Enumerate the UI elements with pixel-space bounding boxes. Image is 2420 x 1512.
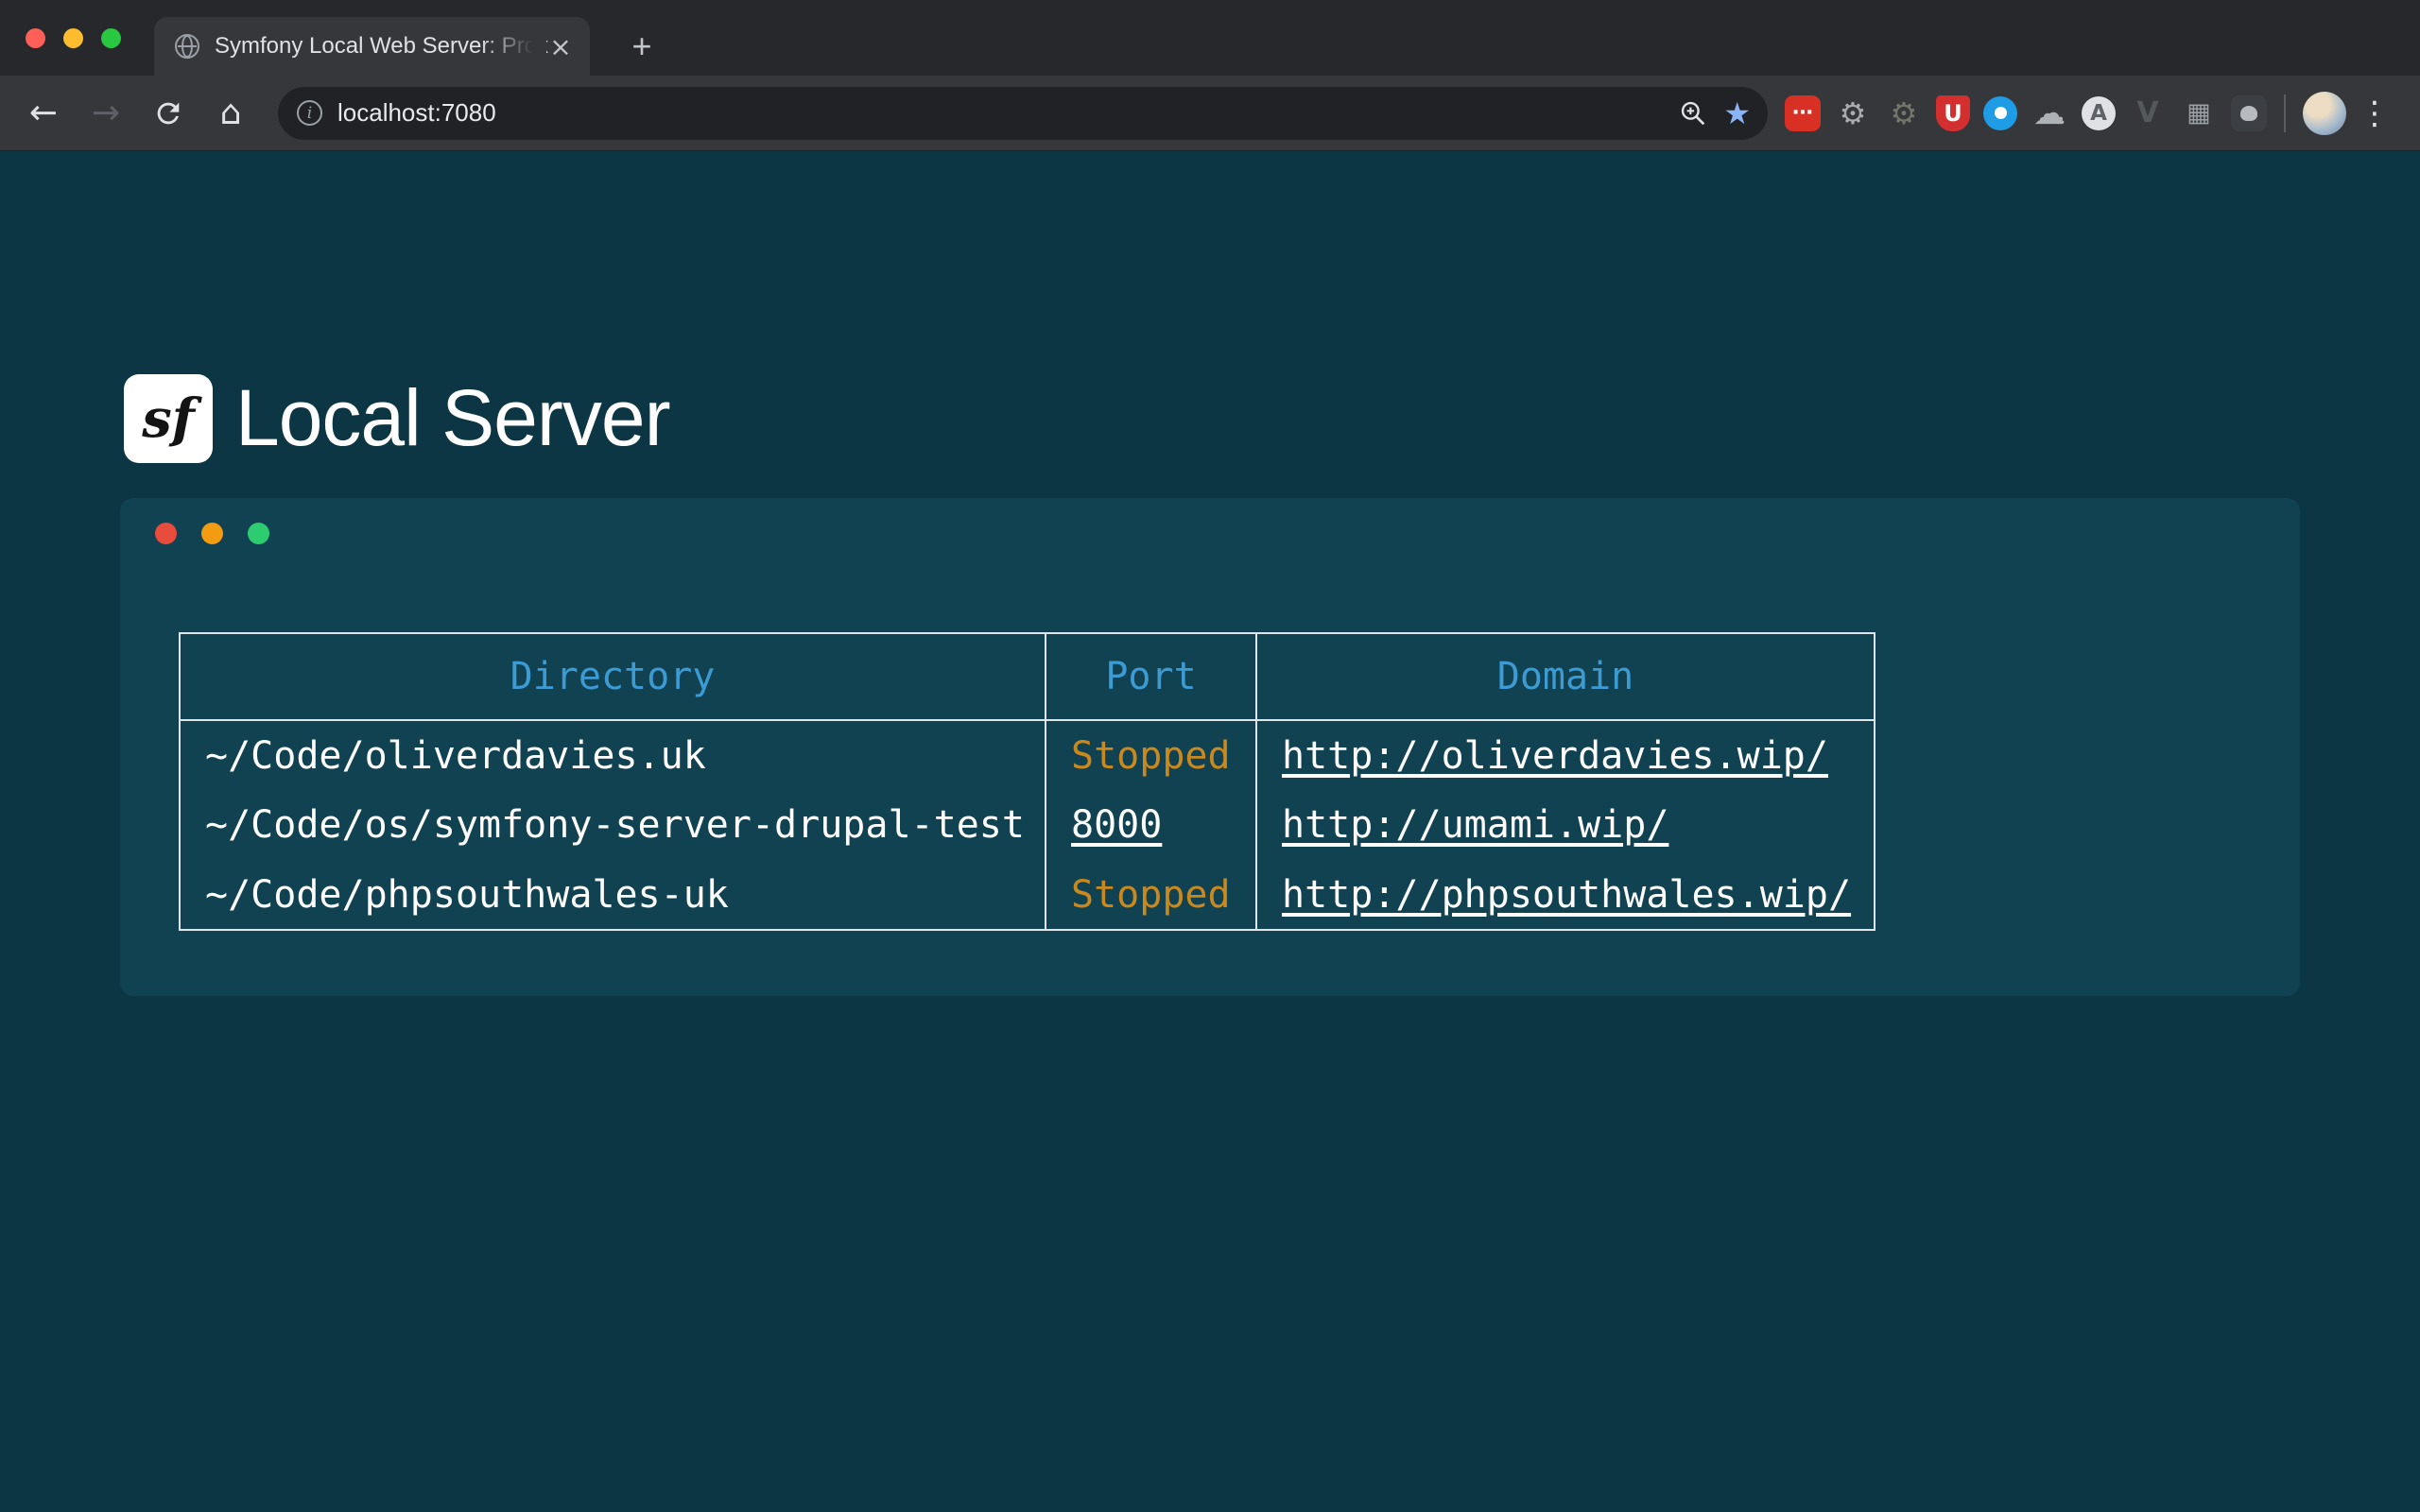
extensions-area: ⋯ ⚙ ⚙ U ☁ A V ▦ <box>1785 94 2267 132</box>
red-dot-icon <box>155 523 177 544</box>
extension-letter-a-icon[interactable]: A <box>2082 96 2116 130</box>
port-cell: Stopped <box>1046 860 1256 930</box>
column-header-domain: Domain <box>1256 633 1875 720</box>
port-cell: 8000 <box>1046 790 1256 860</box>
directory-cell: ~/Code/oliverdavies.uk <box>180 720 1046 790</box>
port-status: Stopped <box>1071 734 1231 778</box>
domain-cell: http://umami.wip/ <box>1256 790 1875 860</box>
info-glyph: i <box>307 104 312 123</box>
green-dot-icon <box>248 523 269 544</box>
terminal-dots <box>155 523 269 544</box>
domain-cell: http://phpsouthwales.wip/ <box>1256 860 1875 930</box>
new-tab-button[interactable]: + <box>613 17 671 76</box>
extension-gear-icon[interactable]: ⚙ <box>1834 94 1872 132</box>
port-status: Stopped <box>1071 873 1231 917</box>
home-button[interactable]: ⌂ <box>206 89 255 138</box>
browser-toolbar: ← → ⌂ i localhost:7080 ★ ⋯ ⚙ ⚙ <box>0 76 2420 151</box>
extension-letter-v-icon[interactable]: V <box>2129 94 2167 132</box>
table-header-row: Directory Port Domain <box>180 633 1875 720</box>
window-controls <box>26 0 121 76</box>
extension-ublock-icon[interactable]: U <box>1936 95 1970 131</box>
browser-tab[interactable]: Symfony Local Web Server: Prox × <box>154 17 590 76</box>
url-text: localhost:7080 <box>337 98 1678 128</box>
port-cell: Stopped <box>1046 720 1256 790</box>
symfony-logo-text: sf <box>142 387 195 450</box>
address-bar[interactable]: i localhost:7080 ★ <box>278 87 1768 140</box>
zoom-icon[interactable] <box>1678 98 1708 129</box>
orange-dot-icon <box>201 523 223 544</box>
extension-dark-gear-icon[interactable]: ⚙ <box>1885 94 1923 132</box>
bookmark-star-icon[interactable]: ★ <box>1723 98 1751 129</box>
table-row: ~/Code/phpsouthwales-uk Stopped http://p… <box>180 860 1875 930</box>
table-row: ~/Code/oliverdavies.uk Stopped http://ol… <box>180 720 1875 790</box>
reload-icon <box>152 97 184 129</box>
tab-strip: Symfony Local Web Server: Prox × + <box>0 0 2420 76</box>
symfony-logo: sf <box>124 374 213 463</box>
reload-button[interactable] <box>144 89 193 138</box>
column-header-port: Port <box>1046 633 1256 720</box>
port-link[interactable]: 8000 <box>1071 803 1162 847</box>
extension-blue-circle-icon[interactable] <box>1983 96 2017 130</box>
site-info-icon[interactable]: i <box>297 100 322 126</box>
extension-grid-icon[interactable]: ▦ <box>2180 94 2218 132</box>
toolbar-divider <box>2284 94 2286 132</box>
column-header-directory: Directory <box>180 633 1046 720</box>
page-title: Local Server <box>235 372 670 464</box>
window-minimize-button[interactable] <box>63 28 83 48</box>
window-zoom-button[interactable] <box>101 28 121 48</box>
table-row: ~/Code/os/symfony-server-drupal-test 800… <box>180 790 1875 860</box>
domain-link[interactable]: http://phpsouthwales.wip/ <box>1282 873 1851 917</box>
directory-cell: ~/Code/phpsouthwales-uk <box>180 860 1046 930</box>
brand-header: sf Local Server <box>124 372 670 464</box>
browser-chrome: Symfony Local Web Server: Prox × + ← → ⌂… <box>0 0 2420 151</box>
domain-link[interactable]: http://umami.wip/ <box>1282 803 1668 847</box>
page-content: sf Local Server Directory Port Domain ~/… <box>0 152 2420 1512</box>
back-button[interactable]: ← <box>19 89 68 138</box>
domain-link[interactable]: http://oliverdavies.wip/ <box>1282 734 1828 778</box>
server-list-card: Directory Port Domain ~/Code/oliverdavie… <box>120 498 2300 996</box>
globe-favicon-icon <box>175 34 199 59</box>
extension-red-dots[interactable]: ⋯ <box>1785 95 1821 131</box>
tab-close-icon[interactable]: × <box>544 30 577 62</box>
domain-cell: http://oliverdavies.wip/ <box>1256 720 1875 790</box>
extension-octocat-icon[interactable] <box>2231 95 2267 131</box>
forward-button[interactable]: → <box>81 89 130 138</box>
browser-menu-icon[interactable]: ⋮ <box>2354 89 2395 138</box>
servers-table: Directory Port Domain ~/Code/oliverdavie… <box>179 632 1876 931</box>
window-close-button[interactable] <box>26 28 45 48</box>
directory-cell: ~/Code/os/symfony-server-drupal-test <box>180 790 1046 860</box>
extension-cloud-icon[interactable]: ☁ <box>2031 94 2068 132</box>
profile-avatar[interactable] <box>2303 92 2346 135</box>
tab-title-fade <box>480 17 546 76</box>
